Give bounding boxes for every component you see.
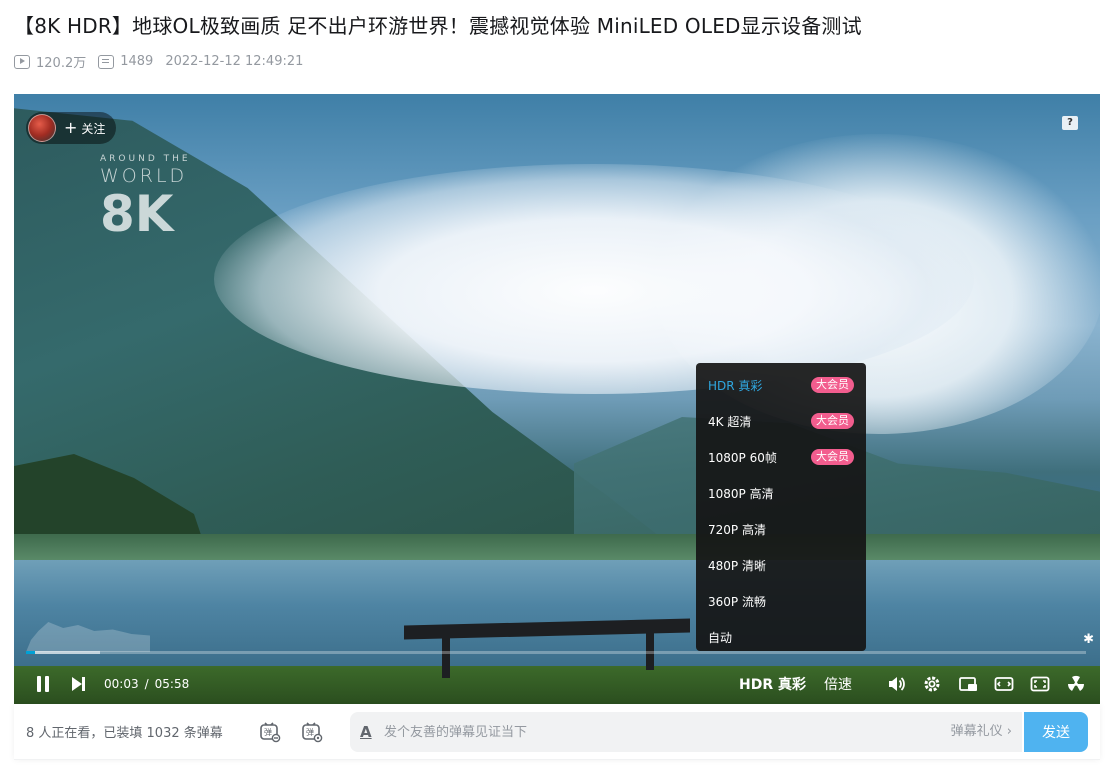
volume-icon[interactable] bbox=[886, 674, 906, 694]
video-title: 【8K HDR】地球OL极致画质 足不出户环游世界！震撼视觉体验 MiniLED… bbox=[14, 14, 862, 38]
progress-played bbox=[26, 651, 35, 654]
time-display: 00:03 / 05:58 bbox=[104, 677, 189, 691]
pin-icon[interactable]: ✱ bbox=[1083, 632, 1094, 647]
quality-option[interactable]: 720P 高清 bbox=[696, 511, 866, 547]
quality-option-label: HDR 真彩 bbox=[708, 378, 763, 393]
time-current: 00:03 bbox=[104, 677, 139, 691]
plus-icon: + bbox=[64, 118, 78, 137]
follow-label: 关注 bbox=[81, 121, 106, 136]
danmaku-input-box: A 弹幕礼仪 › bbox=[350, 712, 1022, 752]
danmaku-count-icon bbox=[98, 54, 115, 69]
publish-time: 2022-12-12 12:49:21 bbox=[165, 54, 303, 69]
danmaku-count: 1489 bbox=[98, 54, 153, 69]
scene-cloud bbox=[214, 164, 974, 394]
scene-shore bbox=[14, 534, 1100, 562]
settings-gear-icon[interactable] bbox=[922, 674, 942, 694]
time-total: 05:58 bbox=[154, 677, 190, 691]
video-player[interactable]: AROUND THE WORLD 8K + 关注 ? ✱ HDR 真彩 大会员 4K… bbox=[14, 94, 1100, 704]
quality-option-label: 720P 高清 bbox=[708, 522, 766, 537]
danmaku-toggle-icon[interactable]: 弹 bbox=[259, 721, 281, 743]
time-separator: / bbox=[144, 677, 149, 691]
danmaku-bar: 8 人正在看，已装填 1032 条弹幕 弹 弹 A 弹幕礼仪 › 发送 bbox=[14, 704, 1100, 760]
quality-option-label: 4K 超清 bbox=[708, 414, 752, 429]
send-button[interactable]: 发送 bbox=[1024, 712, 1088, 752]
danmaku-input[interactable] bbox=[384, 724, 904, 740]
quality-button[interactable]: HDR 真彩 bbox=[739, 674, 806, 694]
channel-watermark: AROUND THE WORLD 8K bbox=[100, 154, 191, 239]
control-left: 00:03 / 05:58 bbox=[36, 676, 189, 692]
progress-bar[interactable] bbox=[26, 651, 1086, 654]
vip-badge: 大会员 bbox=[811, 413, 854, 429]
viewer-count-text: 8 人正在看，已装填 1032 条弹幕 bbox=[26, 726, 223, 741]
picture-in-picture-icon[interactable] bbox=[958, 674, 978, 694]
publish-time-text: 2022-12-12 12:49:21 bbox=[165, 54, 304, 69]
watermark-line3: 8K bbox=[100, 185, 174, 243]
quality-option-label: 1080P 高清 bbox=[708, 486, 774, 501]
scene-lake bbox=[14, 560, 1100, 674]
quality-option[interactable]: 4K 超清 大会员 bbox=[696, 403, 866, 439]
quality-menu: HDR 真彩 大会员 4K 超清 大会员 1080P 60帧 大会员 1080P 高清 720… bbox=[696, 363, 866, 651]
control-bar: 00:03 / 05:58 HDR 真彩 倍速 bbox=[14, 664, 1100, 704]
svg-text:弹: 弹 bbox=[264, 727, 272, 737]
next-icon[interactable] bbox=[72, 677, 86, 691]
play-count-icon bbox=[14, 54, 30, 69]
web-fullscreen-icon[interactable] bbox=[1030, 674, 1050, 694]
danmaku-settings-icon[interactable]: 弹 bbox=[301, 721, 323, 743]
help-icon[interactable]: ? bbox=[1062, 116, 1078, 130]
quality-option-label: 480P 清晰 bbox=[708, 558, 766, 573]
vip-badge: 大会员 bbox=[811, 377, 854, 393]
quality-option-label: 自动 bbox=[708, 630, 733, 645]
danmaku-etiquette-link[interactable]: 弹幕礼仪 › bbox=[951, 712, 1012, 752]
vip-badge: 大会员 bbox=[811, 449, 854, 465]
view-count-text: 120.2万 bbox=[36, 56, 87, 71]
font-style-icon[interactable]: A bbox=[360, 723, 376, 741]
uploader-follow-pill[interactable]: + 关注 bbox=[26, 112, 116, 144]
video-meta: 120.2万 1489 2022-12-12 12:49:21 bbox=[14, 52, 315, 71]
watermark-line2: WORLD bbox=[100, 165, 188, 187]
progress-buffered bbox=[26, 651, 100, 654]
watermark-line1: AROUND THE bbox=[100, 154, 191, 164]
svg-text:弹: 弹 bbox=[306, 727, 314, 737]
quality-option[interactable]: HDR 真彩 大会员 bbox=[696, 367, 866, 403]
quality-option[interactable]: 1080P 60帧 大会员 bbox=[696, 439, 866, 475]
quality-option[interactable]: 1080P 高清 bbox=[696, 475, 866, 511]
control-right: HDR 真彩 倍速 bbox=[739, 664, 1086, 704]
view-count: 120.2万 bbox=[14, 52, 86, 71]
uploader-avatar[interactable] bbox=[28, 114, 56, 142]
quality-option-label: 360P 流畅 bbox=[708, 594, 766, 609]
quality-option[interactable]: 480P 清晰 bbox=[696, 547, 866, 583]
quality-option[interactable]: 360P 流畅 bbox=[696, 583, 866, 619]
danmaku-count-text: 1489 bbox=[120, 54, 154, 69]
pause-icon[interactable] bbox=[36, 676, 50, 692]
quality-option[interactable]: 自动 bbox=[696, 619, 866, 655]
speed-button[interactable]: 倍速 bbox=[824, 674, 852, 694]
follow-button[interactable]: + 关注 bbox=[64, 120, 105, 137]
widescreen-icon[interactable] bbox=[994, 674, 1014, 694]
fullscreen-radiation-icon[interactable] bbox=[1066, 674, 1086, 694]
quality-option-label: 1080P 60帧 bbox=[708, 450, 777, 465]
